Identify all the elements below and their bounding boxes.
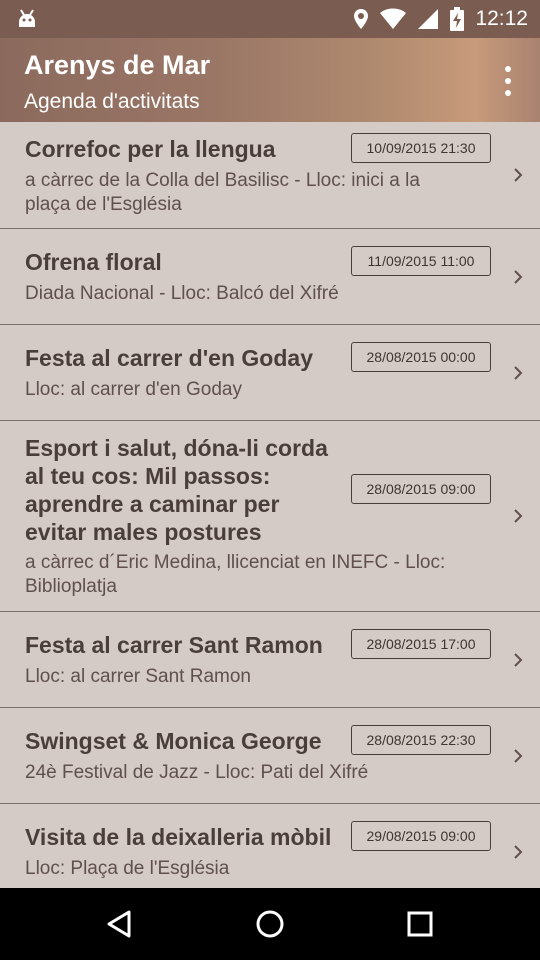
event-date-badge: 28/08/2015 09:00 xyxy=(351,474,491,504)
event-date-badge: 28/08/2015 00:00 xyxy=(351,342,491,372)
signal-icon xyxy=(418,9,439,29)
app-bar: Arenys de Mar Agenda d'activitats xyxy=(0,38,540,122)
event-title: Swingset & Monica George xyxy=(25,728,322,754)
event-subtitle: a càrrec de la Colla del Basilisc - Lloc… xyxy=(25,170,420,215)
event-title: Esport i salut, dóna-li corda al teu cos… xyxy=(25,435,328,545)
chevron-right-icon xyxy=(514,270,523,284)
event-row[interactable]: Ofrena floral Diada Nacional - Lloc: Bal… xyxy=(0,229,540,325)
android-icon xyxy=(19,9,35,27)
app-subtitle: Agenda d'activitats xyxy=(24,90,200,113)
event-subtitle: a càrrec d´Eric Medina, llicenciat en IN… xyxy=(25,552,446,597)
event-row[interactable]: Festa al carrer Sant Ramon Lloc: al carr… xyxy=(0,612,540,708)
event-subtitle: Lloc: Plaça de l'Església xyxy=(25,858,230,879)
wifi-icon xyxy=(380,8,407,29)
recents-icon[interactable] xyxy=(404,908,436,940)
chevron-right-icon xyxy=(514,168,523,182)
event-date-badge: 29/08/2015 09:00 xyxy=(351,821,491,851)
home-icon[interactable] xyxy=(254,908,286,940)
clock: 12:12 xyxy=(475,7,528,30)
event-title: Festa al carrer d'en Goday xyxy=(25,345,313,371)
status-bar: 12:12 xyxy=(0,0,540,38)
event-date-badge: 28/08/2015 17:00 xyxy=(351,629,491,659)
event-row[interactable]: Esport i salut, dóna-li corda al teu cos… xyxy=(0,421,540,612)
menu-dot xyxy=(505,78,511,84)
event-subtitle: Lloc: al carrer Sant Ramon xyxy=(25,666,251,687)
overflow-menu-icon[interactable] xyxy=(498,66,518,96)
chevron-right-icon xyxy=(514,653,523,667)
event-row[interactable]: Festa al carrer d'en Goday Lloc: al carr… xyxy=(0,325,540,421)
navigation-bar xyxy=(0,888,540,960)
event-row[interactable]: Swingset & Monica George 24è Festival de… xyxy=(0,708,540,804)
chevron-right-icon xyxy=(514,366,523,380)
event-subtitle: Lloc: al carrer d'en Goday xyxy=(25,379,242,400)
event-list[interactable]: Correfoc per la llengua a càrrec de la C… xyxy=(0,122,540,888)
app-title: Arenys de Mar xyxy=(24,50,211,80)
event-row[interactable]: Correfoc per la llengua a càrrec de la C… xyxy=(0,122,540,229)
chevron-right-icon xyxy=(514,845,523,859)
event-subtitle: Diada Nacional - Lloc: Balcó del Xifré xyxy=(25,283,339,304)
location-icon xyxy=(354,9,369,29)
menu-dot xyxy=(505,66,511,72)
event-date-badge: 11/09/2015 11:00 xyxy=(351,246,491,276)
event-title: Ofrena floral xyxy=(25,249,162,275)
event-date-badge: 10/09/2015 21:30 xyxy=(351,133,491,163)
event-title: Festa al carrer Sant Ramon xyxy=(25,632,323,658)
menu-dot xyxy=(505,90,511,96)
event-row[interactable]: Visita de la deixalleria mòbil Lloc: Pla… xyxy=(0,804,540,888)
event-date-badge: 28/08/2015 22:30 xyxy=(351,725,491,755)
chevron-right-icon xyxy=(514,509,523,523)
back-icon[interactable] xyxy=(104,908,136,940)
chevron-right-icon xyxy=(514,749,523,763)
event-subtitle: 24è Festival de Jazz - Lloc: Pati del Xi… xyxy=(25,762,369,783)
event-title: Visita de la deixalleria mòbil xyxy=(25,824,332,850)
battery-charging-icon xyxy=(450,7,465,31)
event-title: Correfoc per la llengua xyxy=(25,136,276,162)
status-icons: 12:12 xyxy=(353,0,528,38)
